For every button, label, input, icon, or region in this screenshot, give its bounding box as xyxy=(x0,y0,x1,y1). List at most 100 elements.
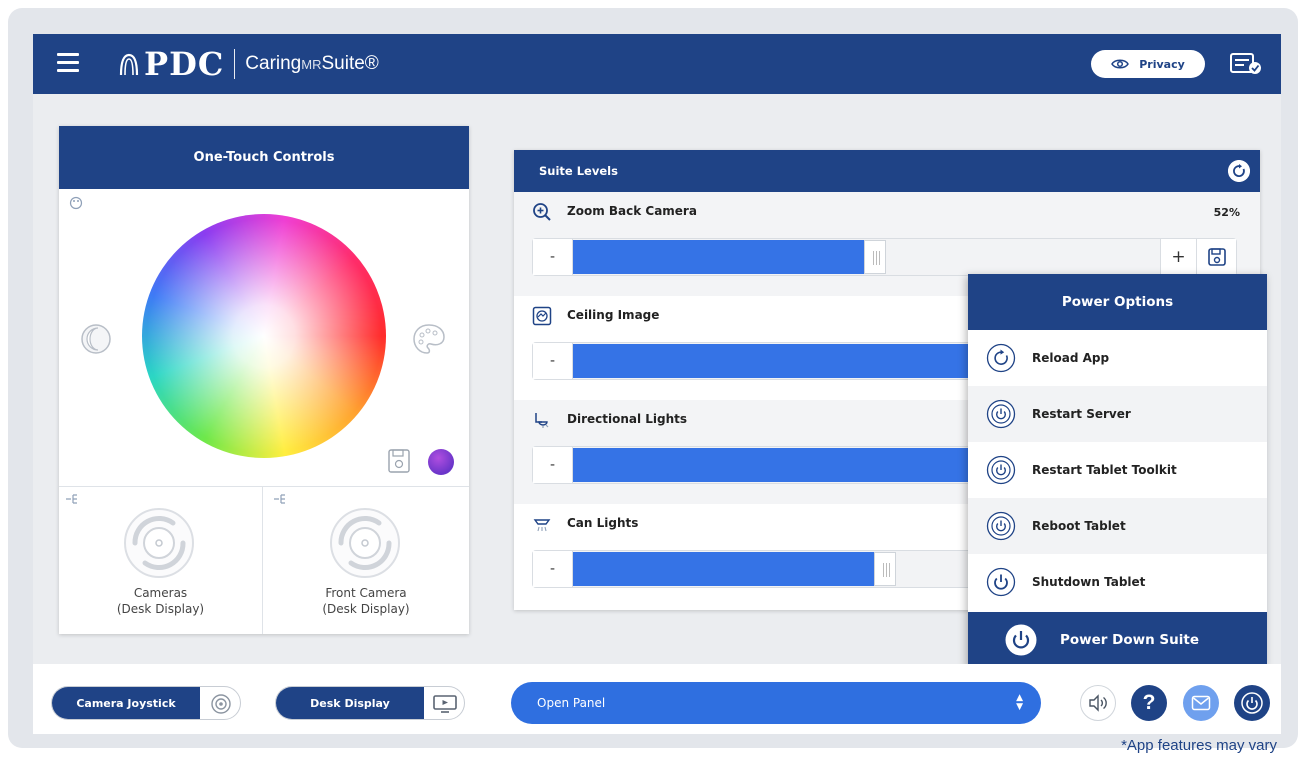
decrease-button[interactable]: - xyxy=(533,447,573,483)
device-status-icon[interactable] xyxy=(1229,51,1263,77)
slider-fill xyxy=(573,240,865,274)
one-touch-controls-title: One-Touch Controls xyxy=(59,126,469,189)
shutdown-tablet-button[interactable]: Shutdown Tablet xyxy=(968,554,1267,610)
monitor-icon xyxy=(433,695,457,713)
brand: PDC CaringMRSuite® xyxy=(118,44,379,84)
save-level-button[interactable] xyxy=(1196,239,1236,275)
open-panel-label: Open Panel xyxy=(537,696,606,710)
power-down-suite-label: Power Down Suite xyxy=(1060,632,1199,648)
restart-tablet-toolkit-button[interactable]: Restart Tablet Toolkit xyxy=(968,442,1267,498)
app-window: PDC CaringMRSuite® Privacy One-Touch Con… xyxy=(33,34,1281,734)
joystick-icon xyxy=(211,694,231,714)
power-option-label: Restart Tablet Toolkit xyxy=(1032,463,1177,477)
camera-dial-icon xyxy=(330,508,400,578)
top-bar: PDC CaringMRSuite® Privacy xyxy=(33,34,1281,94)
slider-thumb[interactable] xyxy=(864,240,886,274)
can-light-icon xyxy=(533,519,551,532)
decrease-button[interactable]: - xyxy=(533,551,573,587)
suite-name-suffix: Suite® xyxy=(321,53,379,74)
slider-fill xyxy=(573,344,973,378)
suite-levels-header: Suite Levels xyxy=(514,150,1260,192)
refresh-icon[interactable] xyxy=(1228,160,1250,182)
privacy-button[interactable]: Privacy xyxy=(1091,50,1205,78)
messages-button[interactable] xyxy=(1183,685,1219,721)
cameras-tile-line2: (Desk Display) xyxy=(116,602,205,616)
help-button[interactable]: ? xyxy=(1131,685,1167,721)
reload-icon xyxy=(986,343,1016,373)
ceiling-image-icon xyxy=(532,306,552,326)
palette-small-icon xyxy=(69,196,83,210)
desk-display-button[interactable]: Desk Display xyxy=(275,686,465,720)
power-down-suite-button[interactable]: Power Down Suite xyxy=(968,612,1267,668)
eye-icon xyxy=(1111,59,1130,69)
pdc-logo-text: PDC xyxy=(144,45,225,83)
pdc-logo: PDC xyxy=(118,45,224,83)
footnote: *App features may vary xyxy=(1121,737,1277,754)
selected-color-swatch[interactable] xyxy=(428,449,454,475)
save-color-icon[interactable] xyxy=(387,448,411,474)
restart-icon xyxy=(986,511,1016,541)
speaker-icon xyxy=(1089,694,1107,712)
power-icon xyxy=(1005,624,1037,656)
power-option-label: Reload App xyxy=(1032,351,1110,365)
camera-joystick-button[interactable]: Camera Joystick xyxy=(51,686,241,720)
restart-server-button[interactable]: Restart Server xyxy=(968,386,1267,442)
privacy-label: Privacy xyxy=(1139,57,1185,71)
power-options-panel: Power Options Reload App Restart Server xyxy=(968,274,1267,668)
power-options-title: Power Options xyxy=(968,274,1267,330)
decrease-button[interactable]: - xyxy=(533,343,573,379)
one-touch-controls-panel: One-Touch Controls Cameras (Desk Display… xyxy=(59,126,469,634)
front-camera-tile-line1: Front Camera xyxy=(325,586,407,600)
slider-row-label: Zoom Back Camera xyxy=(567,204,697,218)
color-palette-icon[interactable] xyxy=(411,322,447,356)
dim-moon-icon[interactable] xyxy=(79,322,113,356)
zoom-back-camera-slider[interactable]: - + xyxy=(532,238,1237,276)
camera-dial-icon xyxy=(124,508,194,578)
front-camera-tile-label: Front Camera (Desk Display) xyxy=(263,585,469,617)
front-camera-tile-line2: (Desk Display) xyxy=(322,602,410,616)
restart-icon xyxy=(986,455,1016,485)
bottom-bar: Camera Joystick Desk Display Open Panel … xyxy=(33,664,1281,734)
power-option-label: Shutdown Tablet xyxy=(1032,575,1146,589)
cameras-desk-display-tile[interactable]: Cameras (Desk Display) xyxy=(59,486,263,634)
mail-icon xyxy=(1191,695,1211,711)
cast-icon xyxy=(274,494,285,504)
open-panel-select[interactable]: Open Panel ▲ ▼ xyxy=(511,682,1041,724)
desk-display-label: Desk Display xyxy=(276,687,424,719)
save-icon xyxy=(1207,248,1226,266)
restart-icon xyxy=(986,399,1016,429)
slider-fill xyxy=(573,552,875,586)
suite-name: CaringMRSuite® xyxy=(245,53,379,75)
power-option-label: Reboot Tablet xyxy=(1032,519,1126,533)
slider-fill xyxy=(573,448,973,482)
power-option-label: Restart Server xyxy=(1032,407,1131,421)
power-options-button[interactable] xyxy=(1234,685,1270,721)
slider-row-label: Can Lights xyxy=(567,516,639,530)
slider-row-label: Ceiling Image xyxy=(567,308,660,322)
directional-light-icon xyxy=(535,413,549,428)
cameras-tile-label: Cameras (Desk Display) xyxy=(59,585,262,617)
restart-icon xyxy=(1241,692,1263,714)
front-camera-desk-display-tile[interactable]: Front Camera (Desk Display) xyxy=(263,486,469,634)
cast-icon xyxy=(66,494,77,504)
slider-percent: 52% xyxy=(1213,206,1240,219)
suite-levels-title: Suite Levels xyxy=(539,164,618,178)
camera-joystick-label: Camera Joystick xyxy=(52,687,200,719)
slider-thumb[interactable] xyxy=(874,552,896,586)
suite-name-mr: MR xyxy=(301,57,322,72)
power-icon xyxy=(986,567,1016,597)
reload-app-button[interactable]: Reload App xyxy=(968,330,1267,386)
reboot-tablet-button[interactable]: Reboot Tablet xyxy=(968,498,1267,554)
color-wheel[interactable] xyxy=(142,214,386,458)
brand-divider xyxy=(234,49,236,79)
decrease-button[interactable]: - xyxy=(533,239,573,275)
pdc-arch-icon xyxy=(119,53,139,76)
speaker-button[interactable] xyxy=(1080,685,1116,721)
cameras-tile-line1: Cameras xyxy=(133,586,188,600)
slider-row-label: Directional Lights xyxy=(567,412,688,426)
suite-name-prefix: Caring xyxy=(245,53,302,74)
question-icon: ? xyxy=(1142,691,1156,714)
increase-button[interactable]: + xyxy=(1160,239,1196,275)
menu-icon[interactable] xyxy=(57,53,79,72)
chevron-updown-icon: ▲ ▼ xyxy=(1016,693,1023,712)
